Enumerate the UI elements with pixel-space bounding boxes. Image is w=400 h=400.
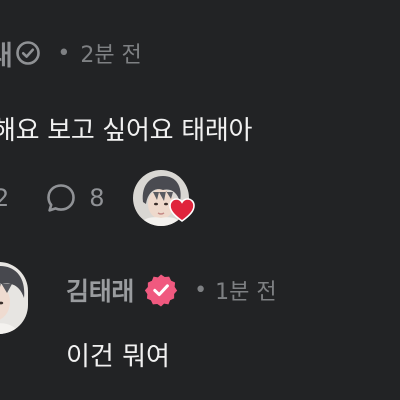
comment-thread: 래 • 2분 전 해요 보고 싶어요 태래아 2 8 (0, 0, 400, 400)
reply-bubble-icon[interactable] (45, 182, 77, 214)
comment1-author-name[interactable]: 래 (0, 34, 13, 73)
like-count[interactable]: 2 (0, 184, 9, 212)
comment1-actions: 2 8 (0, 178, 105, 218)
verified-badge-icon (144, 273, 178, 307)
separator-dot: • (194, 277, 208, 303)
comment2-header: 김태래 • 1분 전 (66, 270, 277, 310)
comment1-timestamp: 2분 전 (80, 43, 142, 68)
reply-count[interactable]: 8 (89, 184, 104, 212)
comment2-text: 이건 뭐여 (66, 342, 170, 372)
comment2-author-name[interactable]: 김태래 (66, 272, 134, 308)
creator-heart-reaction[interactable] (133, 170, 195, 226)
comment1-header: 래 • 2분 전 (0, 34, 142, 73)
comment1-text: 해요 보고 싶어요 태래아 (0, 116, 253, 146)
check-circle-icon (15, 40, 41, 66)
heart-icon (169, 198, 195, 226)
comment2-timestamp: 1분 전 (215, 280, 277, 305)
comment2-avatar[interactable] (0, 262, 28, 334)
separator-dot: • (57, 40, 71, 66)
